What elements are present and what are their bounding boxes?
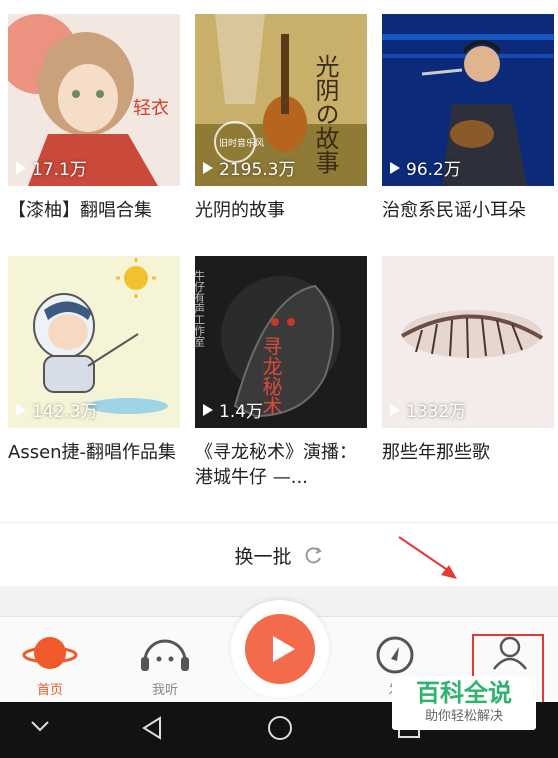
back-icon[interactable] — [138, 714, 166, 742]
play-count-value: 2195.3万 — [219, 160, 296, 180]
playlist-title[interactable]: 《寻龙秘术》演播：港城牛仔 —... — [195, 440, 371, 490]
play-count: 1332万 — [390, 397, 466, 422]
play-count: 1.4万 — [203, 397, 263, 422]
playlist-title[interactable]: 治愈系民谣小耳朵 — [382, 198, 558, 223]
tab-label: 首页 — [36, 683, 63, 698]
play-icon — [390, 403, 400, 416]
playlist-cover[interactable]: 寻龙秘术 牛仔有声工作室 1.4万 — [195, 256, 367, 428]
play-icon — [203, 161, 213, 174]
tab-label: 我听 — [151, 683, 178, 698]
watermark-title: 百科全说 — [416, 679, 512, 707]
playlist-title[interactable]: Assen捷-翻唱作品集 — [8, 440, 184, 465]
play-count: 96.2万 — [390, 155, 461, 180]
play-count-value: 17.1万 — [32, 160, 87, 180]
play-icon — [273, 636, 295, 662]
play-count-value: 1.4万 — [219, 402, 264, 422]
planet-icon — [22, 637, 78, 669]
refresh-icon — [305, 547, 322, 564]
svg-text:旧时音乐风: 旧时音乐风 — [219, 137, 264, 149]
play-button[interactable] — [245, 614, 315, 684]
playlist-cover[interactable]: 旧时音乐风 光阴の故事 2195.3万 — [195, 14, 367, 186]
tab-home[interactable]: 首页 — [0, 617, 100, 703]
play-icon — [203, 403, 213, 416]
play-control — [231, 600, 329, 698]
annotation-arrow — [398, 536, 457, 579]
svg-text:光阴の故事: 光阴の故事 — [311, 54, 339, 174]
playlist-cover[interactable]: 142.3万 — [8, 256, 180, 428]
playlist-cover[interactable]: 轻衣 17.1万 — [8, 14, 180, 186]
tab-listen[interactable]: 我听 — [115, 617, 215, 703]
playlist-title[interactable]: 【漆柚】翻唱合集 — [8, 198, 184, 223]
playlist-cover[interactable]: 96.2万 — [382, 14, 554, 186]
chevron-down-icon[interactable] — [28, 714, 52, 738]
home-icon[interactable] — [266, 714, 294, 742]
play-count-value: 1332万 — [406, 402, 467, 422]
playlist-cover[interactable]: 1332万 — [382, 256, 554, 428]
play-count: 17.1万 — [16, 155, 87, 180]
play-count-value: 142.3万 — [32, 402, 98, 422]
play-count: 142.3万 — [16, 397, 98, 422]
watermark: 百科全说 助你轻松解决 — [392, 676, 536, 730]
refresh-batch-button[interactable]: 换一批 — [0, 522, 558, 587]
play-icon — [390, 161, 400, 174]
play-count-value: 96.2万 — [406, 160, 461, 180]
playlist-title[interactable]: 那些年那些歌 — [382, 440, 558, 465]
svg-text:牛仔有声工作室: 牛仔有声工作室 — [195, 269, 206, 347]
refresh-label: 换一批 — [234, 545, 292, 568]
play-icon — [16, 403, 26, 416]
play-icon — [16, 161, 26, 174]
headphones-icon — [141, 639, 189, 671]
play-count: 2195.3万 — [203, 155, 295, 180]
compass-icon — [376, 636, 414, 674]
svg-text:轻衣: 轻衣 — [133, 98, 169, 119]
watermark-subtitle: 助你轻松解决 — [424, 709, 503, 724]
playlist-title[interactable]: 光阴的故事 — [195, 198, 371, 223]
